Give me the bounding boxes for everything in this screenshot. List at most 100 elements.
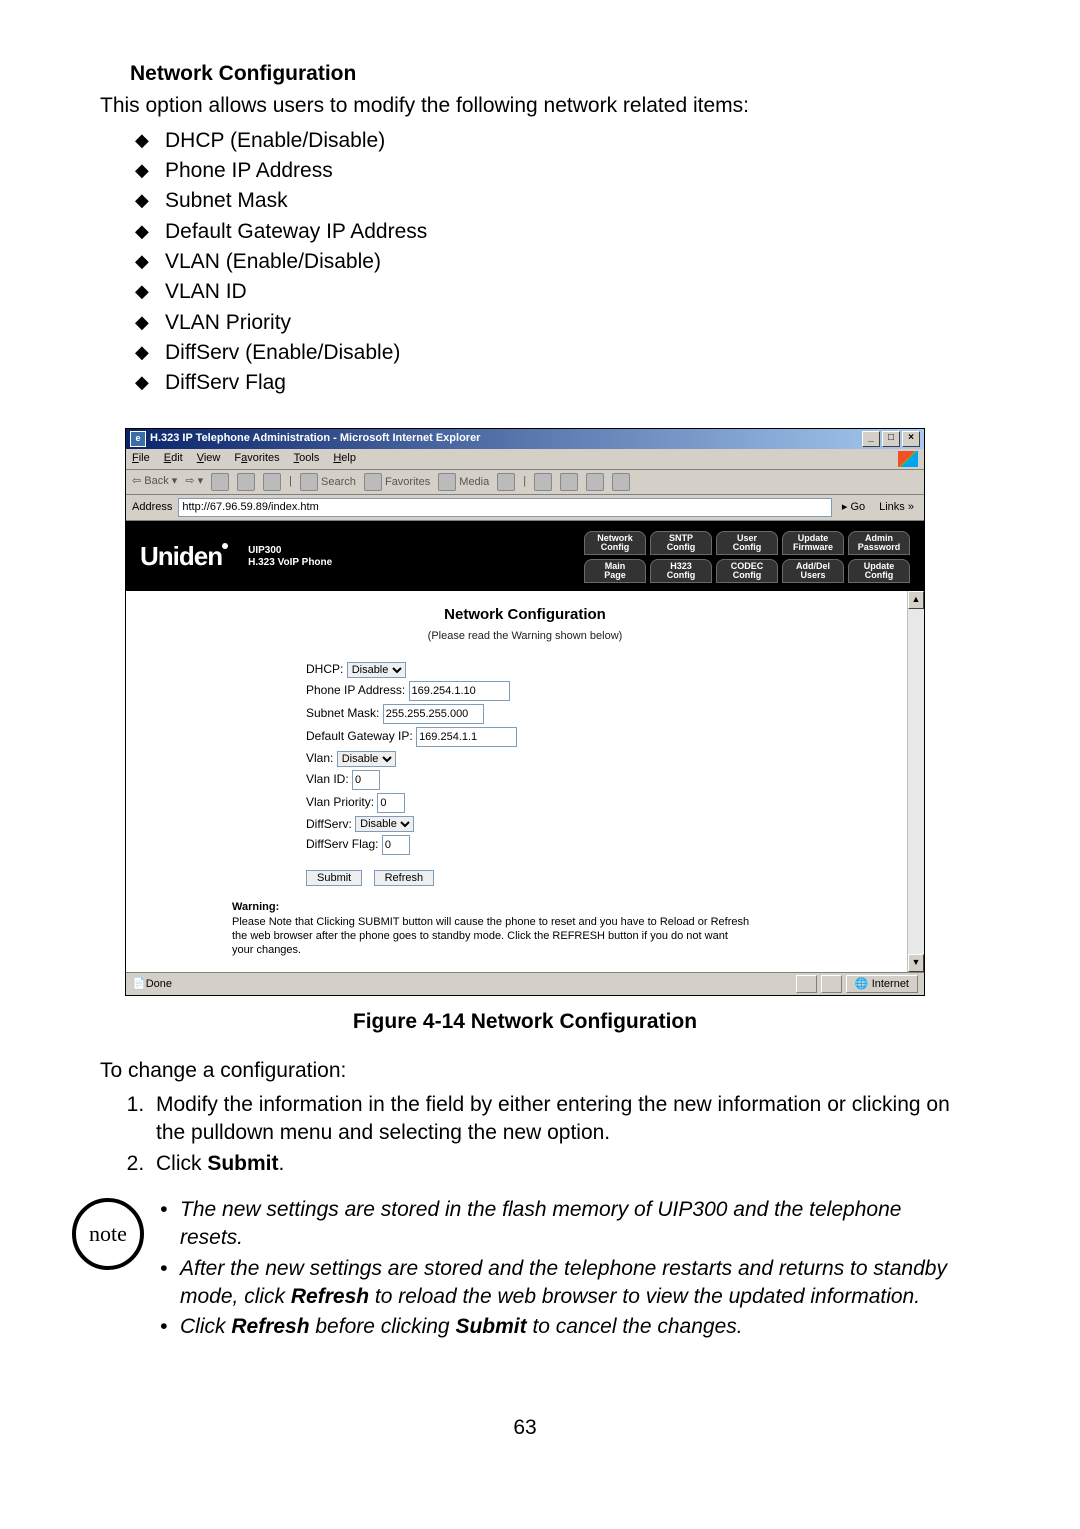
menu-file[interactable]: File bbox=[132, 451, 150, 466]
vertical-scrollbar[interactable]: ▲ ▼ bbox=[907, 591, 924, 972]
config-form: DHCP: Disable Phone IP Address: Subnet M… bbox=[306, 658, 517, 886]
gateway-input[interactable] bbox=[416, 727, 517, 747]
list-item: VLAN ID bbox=[135, 278, 970, 306]
ie-icon: e bbox=[130, 431, 146, 447]
address-input[interactable] bbox=[178, 498, 832, 517]
list-item: Default Gateway IP Address bbox=[135, 218, 970, 246]
note-item: Click Refresh before clicking Submit to … bbox=[160, 1313, 970, 1341]
history-icon[interactable] bbox=[497, 473, 515, 491]
vlan-label: Vlan: bbox=[306, 751, 333, 765]
media-button[interactable]: Media bbox=[438, 473, 489, 491]
tab-codec-config[interactable]: CODECConfig bbox=[716, 559, 778, 583]
page-number: 63 bbox=[80, 1414, 970, 1442]
print-icon[interactable] bbox=[560, 473, 578, 491]
status-bar: 📄 Done 🌐 Internet bbox=[126, 972, 924, 996]
intro-text: This option allows users to modify the f… bbox=[100, 92, 970, 120]
figure-caption: Figure 4-14 Network Configuration bbox=[125, 1008, 925, 1036]
menu-tools[interactable]: Tools bbox=[294, 451, 320, 466]
change-intro: To change a configuration: bbox=[100, 1057, 970, 1085]
list-item: VLAN (Enable/Disable) bbox=[135, 248, 970, 276]
warning-block: Warning: Please Note that Clicking SUBMI… bbox=[232, 900, 752, 957]
menu-help[interactable]: Help bbox=[333, 451, 356, 466]
discuss-icon[interactable] bbox=[612, 473, 630, 491]
status-pane bbox=[796, 975, 817, 994]
address-bar: Address ▸ Go Links » bbox=[126, 495, 924, 521]
feature-list: DHCP (Enable/Disable) Phone IP Address S… bbox=[135, 127, 970, 398]
page-subtitle: (Please read the Warning shown below) bbox=[428, 629, 623, 644]
scroll-up-icon[interactable]: ▲ bbox=[908, 591, 924, 609]
tab-sntp-config[interactable]: SNTPConfig bbox=[650, 531, 712, 555]
back-button[interactable]: ⇦ Back ▾ bbox=[132, 474, 177, 489]
app-banner: Uniden UIP300 H.323 VoIP Phone NetworkCo… bbox=[126, 521, 924, 591]
tab-h323-config[interactable]: H323Config bbox=[650, 559, 712, 583]
browser-viewport: Uniden UIP300 H.323 VoIP Phone NetworkCo… bbox=[126, 521, 924, 972]
edit-icon[interactable] bbox=[586, 473, 604, 491]
window-title: H.323 IP Telephone Administration - Micr… bbox=[150, 431, 480, 446]
brand-subtitle: UIP300 H.323 VoIP Phone bbox=[248, 545, 332, 569]
note-item: After the new settings are stored and th… bbox=[160, 1255, 970, 1312]
tab-main-page[interactable]: MainPage bbox=[584, 559, 646, 583]
vlan-select[interactable]: Disable bbox=[337, 751, 396, 767]
subnet-label: Subnet Mask: bbox=[306, 706, 379, 720]
list-item: DHCP (Enable/Disable) bbox=[135, 127, 970, 155]
vlanprio-label: Vlan Priority: bbox=[306, 795, 374, 809]
subnet-input[interactable] bbox=[383, 704, 484, 724]
vlanid-input[interactable] bbox=[352, 770, 380, 790]
brand-logo: Uniden bbox=[140, 539, 228, 574]
submit-button[interactable]: Submit bbox=[306, 870, 362, 886]
forward-button[interactable]: ⇨ ▾ bbox=[185, 474, 203, 489]
tab-network-config[interactable]: NetworkConfig bbox=[584, 531, 646, 555]
menu-favorites[interactable]: Favorites bbox=[234, 451, 279, 466]
page-title: Network Configuration bbox=[444, 605, 606, 625]
mail-icon[interactable] bbox=[534, 473, 552, 491]
list-item: DiffServ Flag bbox=[135, 369, 970, 397]
status-done: Done bbox=[146, 977, 792, 992]
search-button[interactable]: Search bbox=[300, 473, 356, 491]
links-button[interactable]: Links » bbox=[875, 500, 918, 515]
refresh-button[interactable]: Refresh bbox=[374, 870, 435, 886]
section-heading: Network Configuration bbox=[130, 60, 970, 88]
tab-admin-password[interactable]: AdminPassword bbox=[848, 531, 910, 555]
menu-edit[interactable]: Edit bbox=[164, 451, 183, 466]
scroll-down-icon[interactable]: ▼ bbox=[908, 954, 924, 972]
tab-user-config[interactable]: UserConfig bbox=[716, 531, 778, 555]
list-item: DiffServ (Enable/Disable) bbox=[135, 339, 970, 367]
address-label: Address bbox=[132, 500, 172, 515]
vlanprio-input[interactable] bbox=[377, 793, 405, 813]
diffserv-select[interactable]: Disable bbox=[355, 816, 414, 832]
status-zone: 🌐 Internet bbox=[846, 975, 918, 994]
close-button[interactable]: × bbox=[902, 431, 920, 447]
browser-toolbar: ⇦ Back ▾ ⇨ ▾ | Search Favorites Media | bbox=[126, 470, 924, 495]
tab-update-config[interactable]: UpdateConfig bbox=[848, 559, 910, 583]
ie-logo-icon bbox=[898, 451, 918, 467]
note-icon: note bbox=[72, 1198, 144, 1270]
stop-icon[interactable] bbox=[211, 473, 229, 491]
menu-view[interactable]: View bbox=[197, 451, 221, 466]
minimize-button[interactable]: _ bbox=[862, 431, 880, 447]
diffservflag-input[interactable] bbox=[382, 835, 410, 855]
step-item: Modify the information in the field by e… bbox=[150, 1091, 970, 1148]
status-pane bbox=[821, 975, 842, 994]
diffserv-label: DiffServ: bbox=[306, 817, 352, 831]
home-icon[interactable] bbox=[263, 473, 281, 491]
note-list: The new settings are stored in the flash… bbox=[160, 1194, 970, 1344]
steps-list: Modify the information in the field by e… bbox=[128, 1091, 970, 1178]
refresh-icon[interactable] bbox=[237, 473, 255, 491]
phoneip-label: Phone IP Address: bbox=[306, 683, 405, 697]
diffservflag-label: DiffServ Flag: bbox=[306, 838, 378, 852]
browser-window: e H.323 IP Telephone Administration - Mi… bbox=[125, 428, 925, 997]
tab-update-firmware[interactable]: UpdateFirmware bbox=[782, 531, 844, 555]
favorites-button[interactable]: Favorites bbox=[364, 473, 430, 491]
warning-title: Warning: bbox=[232, 901, 279, 913]
maximize-button[interactable]: □ bbox=[882, 431, 900, 447]
page-icon: 📄 bbox=[132, 977, 146, 992]
dhcp-select[interactable]: Disable bbox=[347, 662, 406, 678]
list-item: VLAN Priority bbox=[135, 309, 970, 337]
phoneip-input[interactable] bbox=[409, 681, 510, 701]
tab-add-del-users[interactable]: Add/DelUsers bbox=[782, 559, 844, 583]
window-titlebar: e H.323 IP Telephone Administration - Mi… bbox=[126, 429, 924, 449]
step-item: Click Submit. bbox=[150, 1150, 970, 1178]
list-item: Phone IP Address bbox=[135, 157, 970, 185]
go-button[interactable]: ▸ Go bbox=[838, 500, 869, 515]
dhcp-label: DHCP: bbox=[306, 662, 343, 676]
